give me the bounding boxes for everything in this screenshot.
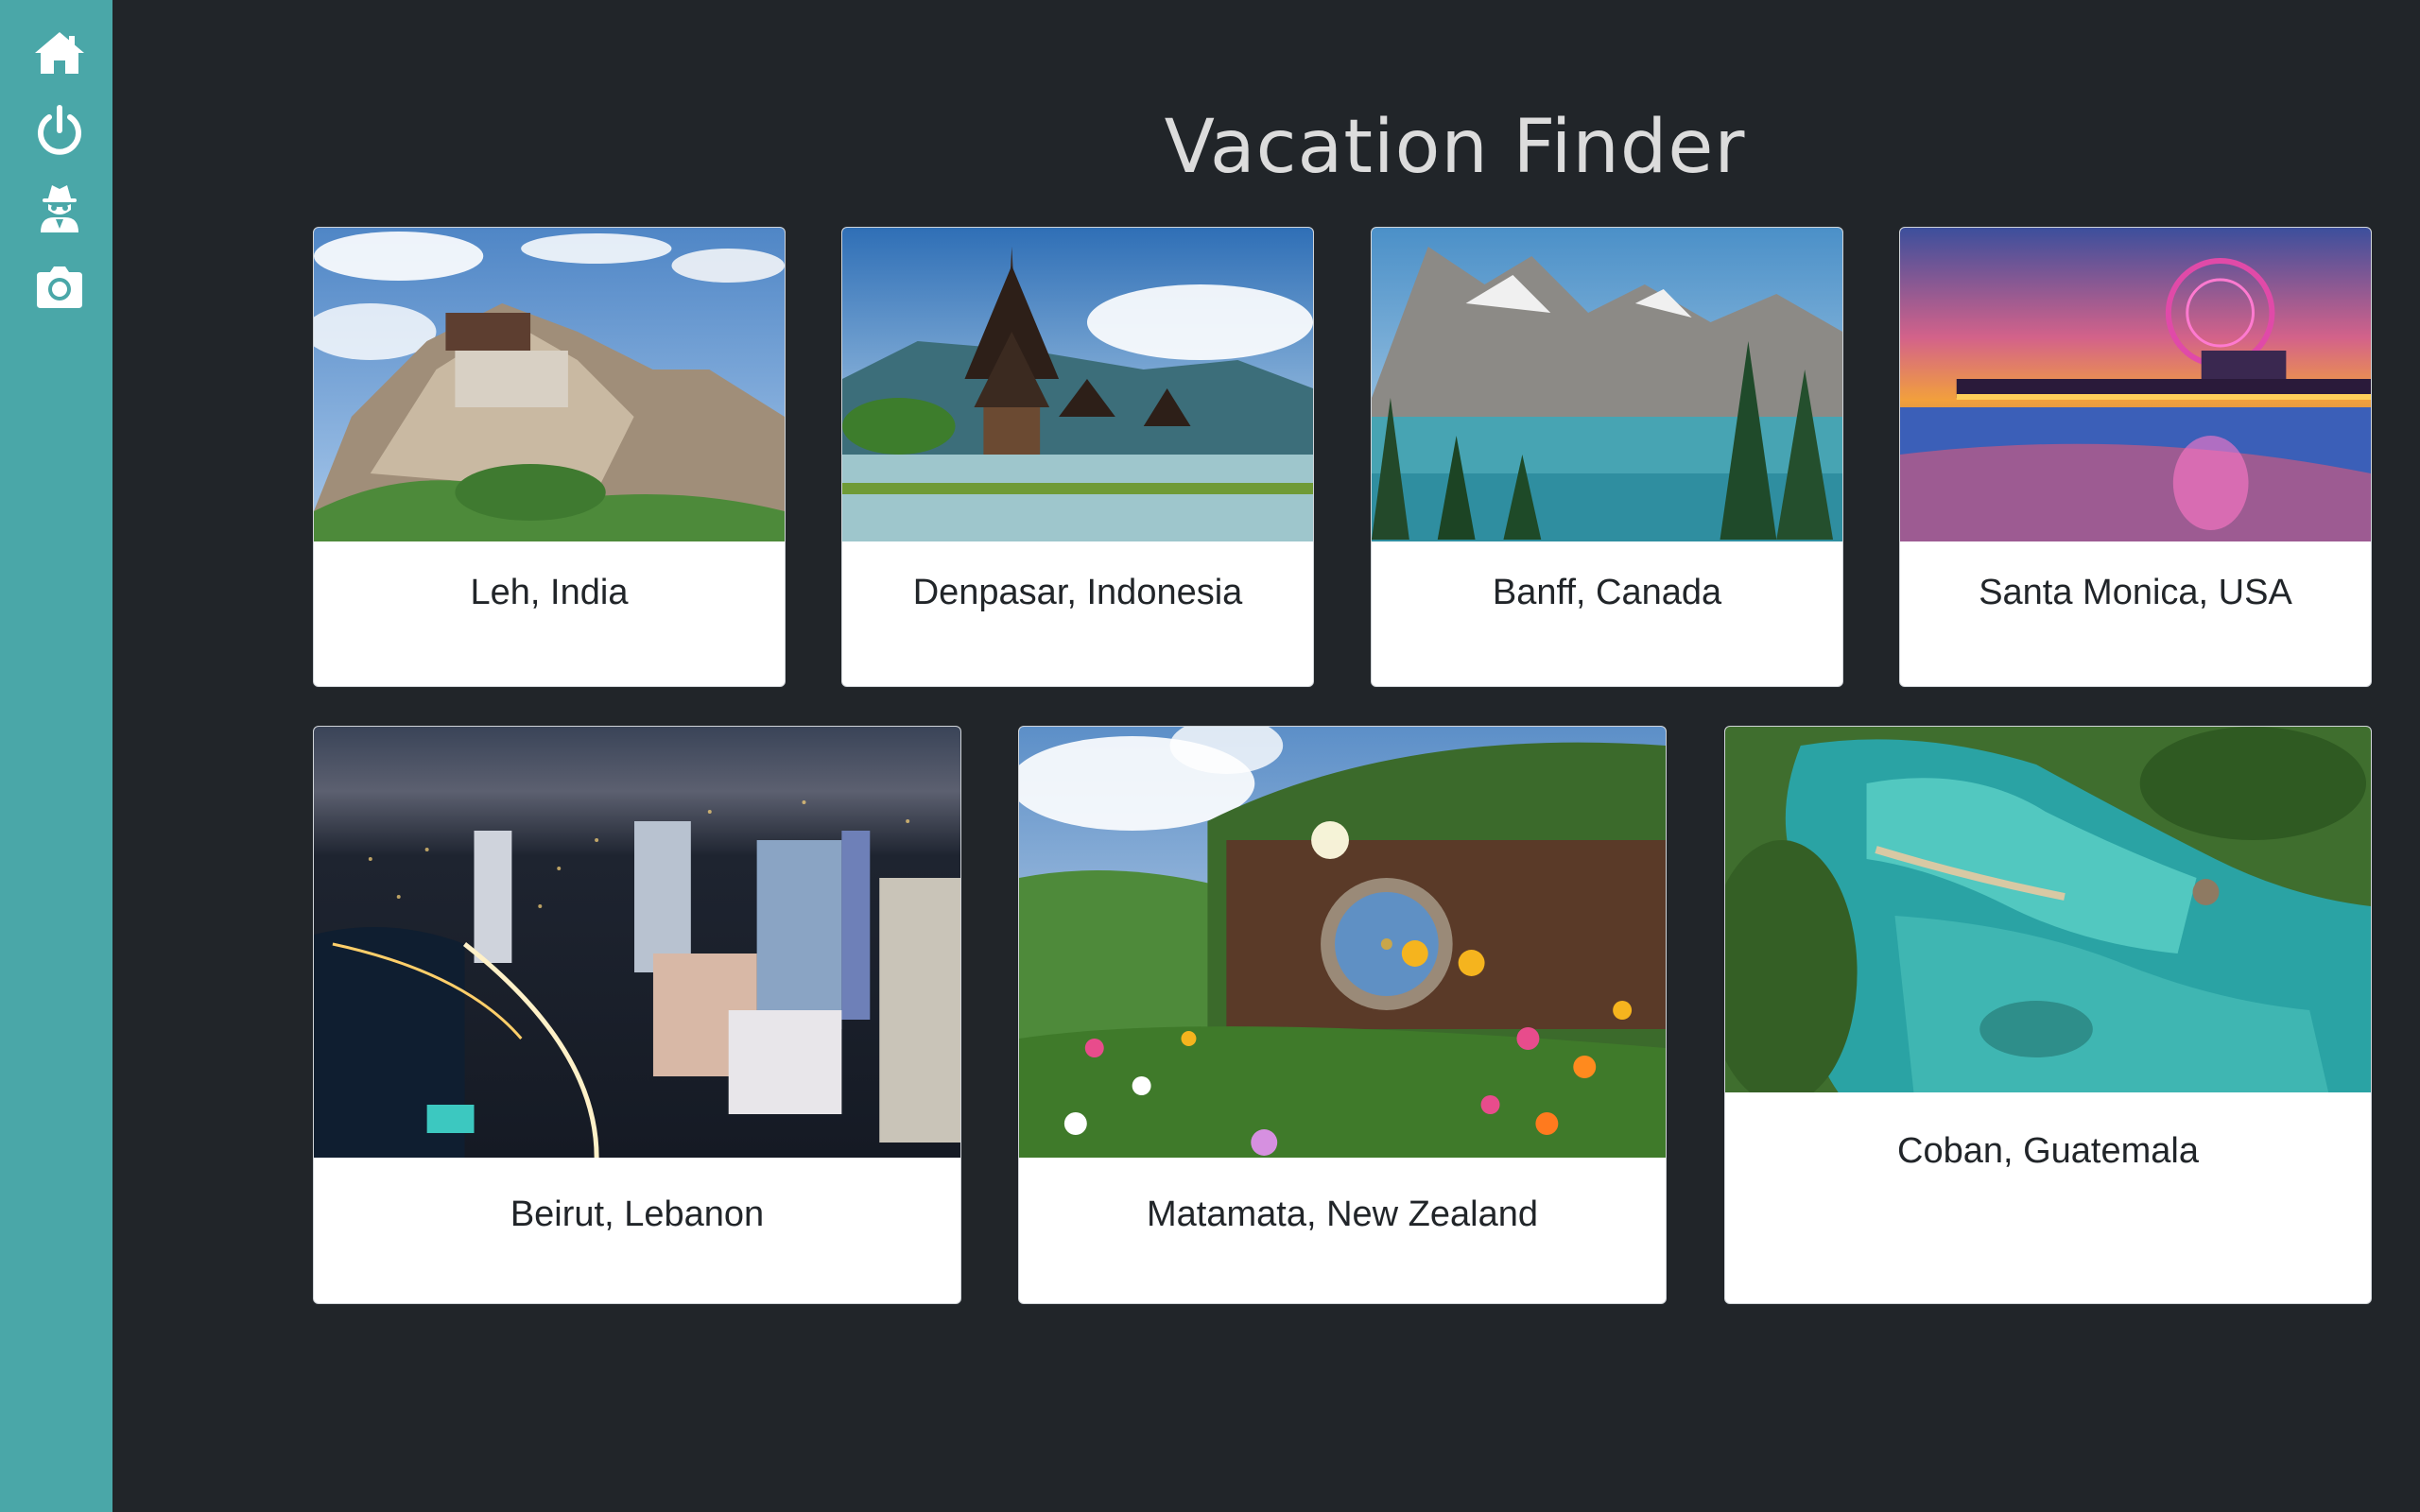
main-content: Vacation Finder Leh, India Denpasar, Ind…	[112, 0, 2420, 1512]
user-secret-icon[interactable]	[29, 178, 90, 238]
destination-card[interactable]: Beirut, Lebanon	[313, 726, 961, 1304]
camera-icon[interactable]	[29, 257, 90, 318]
destination-name: Santa Monica, USA	[1979, 573, 2292, 612]
destination-card[interactable]: Banff, Canada	[1371, 227, 1843, 687]
destination-photo	[314, 228, 785, 541]
destination-photo	[1372, 228, 1842, 541]
home-icon[interactable]	[29, 23, 90, 83]
destination-card[interactable]: Leh, India	[313, 227, 786, 687]
destination-photo	[1900, 228, 2371, 541]
destination-name: Matamata, New Zealand	[1147, 1194, 1538, 1234]
destination-card[interactable]: Denpasar, Indonesia	[841, 227, 1314, 687]
destination-name: Denpasar, Indonesia	[912, 573, 1243, 612]
sidebar	[0, 0, 112, 1512]
power-icon[interactable]	[29, 100, 90, 161]
destination-name: Leh, India	[470, 573, 629, 612]
destination-photo	[1725, 727, 2371, 1092]
destination-card[interactable]: Santa Monica, USA	[1899, 227, 2372, 687]
page-title: Vacation Finder	[1164, 105, 1746, 190]
destination-photo	[842, 228, 1313, 541]
destination-name: Beirut, Lebanon	[510, 1194, 765, 1234]
destination-name: Coban, Guatemala	[1897, 1131, 2199, 1171]
destination-card[interactable]: Coban, Guatemala	[1724, 726, 2372, 1304]
destination-card[interactable]: Matamata, New Zealand	[1018, 726, 1667, 1304]
destination-photo	[314, 727, 960, 1158]
destination-name: Banff, Canada	[1492, 573, 1722, 612]
destination-photo	[1019, 727, 1666, 1158]
